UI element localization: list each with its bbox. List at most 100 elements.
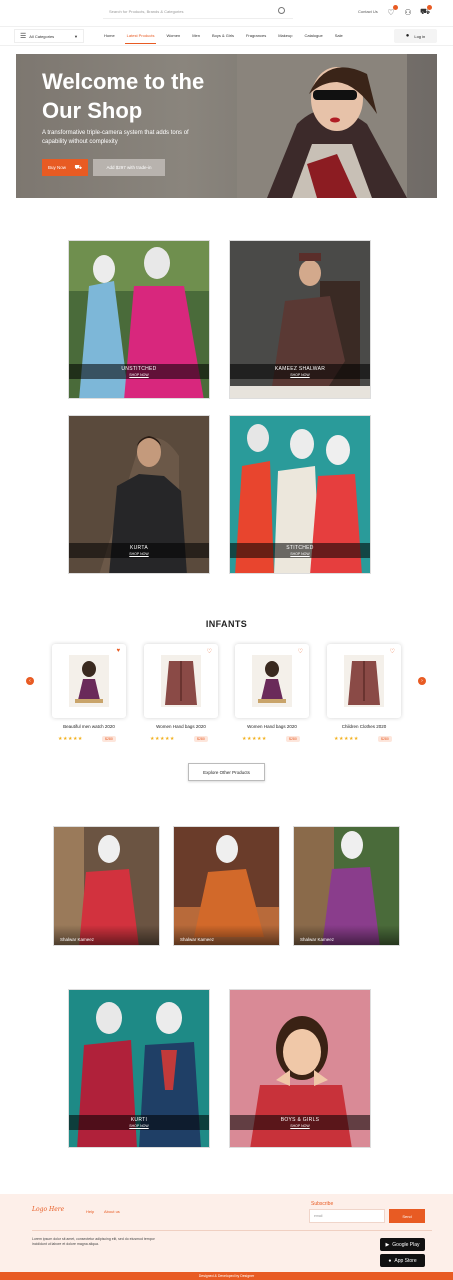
explore-products-button[interactable]: Explore Other Products (188, 763, 265, 781)
google-play-badge[interactable]: ▶ Google Play (380, 1238, 425, 1251)
chevron-down-icon: ▼ (74, 33, 78, 39)
product-card[interactable]: ♡ (327, 644, 401, 718)
trade-in-button[interactable]: Add $297 with trade-in (93, 159, 165, 176)
carousel-prev-button[interactable]: ‹ (26, 677, 34, 685)
category-caption: KAMEEZ SHALWAR SHOP NOW (230, 364, 370, 379)
main-nav: Home Latest Products Women Men Boys & Gi… (98, 26, 349, 46)
category-caption: KURTI SHOP NOW (69, 1115, 209, 1130)
login-button[interactable]: ● Log in (394, 29, 437, 43)
category-card-unstitched[interactable]: UNSTITCHED SHOP NOW (68, 240, 210, 399)
app-store-label: App Store (394, 1257, 417, 1264)
product-card[interactable]: ♡ (235, 644, 309, 718)
nav-boys-girls[interactable]: Boys & Girls (206, 26, 240, 46)
shop-now-link[interactable]: SHOP NOW (69, 552, 209, 557)
subscribe-title: Subscribe (311, 1201, 334, 1207)
category-caption: BOYS & GIRLS SHOP NOW (230, 1115, 370, 1130)
explore-label: Explore Other Products (203, 769, 250, 775)
nav-catalogue[interactable]: Catalogue (298, 26, 328, 46)
rating-stars: ★★★★★ (58, 736, 83, 742)
category-title: KURTI (130, 1117, 148, 1123)
buy-now-label: Buy Now (48, 165, 67, 170)
category-caption: STITCHED SHOP NOW (230, 543, 370, 558)
category-card-kameez-shalwar[interactable]: KAMEEZ SHALWAR SHOP NOW (229, 240, 371, 399)
nav-fragrances[interactable]: Fragrances (240, 26, 272, 46)
nav-sale[interactable]: Sale (329, 26, 349, 46)
apple-icon: ● (388, 1257, 392, 1264)
heart-outline-icon[interactable]: ♡ (207, 648, 212, 655)
category-card-kurta[interactable]: KURTA SHOP NOW (68, 415, 210, 574)
cart-icon: ⛟ (74, 164, 82, 171)
google-play-label: Google Play (392, 1241, 420, 1248)
search-icon[interactable] (278, 7, 285, 14)
category-card-boys-girls[interactable]: BOYS & GIRLS SHOP NOW (229, 989, 371, 1148)
hero-title-line1: Welcome to the (42, 69, 205, 94)
shalwar-label: Shalwar Kameez (54, 925, 159, 945)
product-image (161, 655, 201, 707)
product-name[interactable]: Beautiful men watch 2020 (44, 724, 134, 729)
infants-section-title: INFANTS (205, 619, 248, 629)
product-name[interactable]: Women Hand bags 2020 (227, 724, 317, 729)
rating-stars: ★★★★★ (334, 736, 359, 742)
shop-now-link[interactable]: SHOP NOW (69, 373, 209, 378)
product-image (252, 655, 292, 707)
footer-link-about[interactable]: About us (104, 1209, 120, 1214)
shalwar-label: Shalwar Kameez (294, 925, 399, 945)
product-card[interactable]: ♥ (52, 644, 126, 718)
shalwar-card[interactable]: Shalwar Kameez (53, 826, 160, 946)
shalwar-card[interactable]: Shalwar Kameez (173, 826, 280, 946)
contact-link[interactable]: Contact Us (358, 9, 378, 14)
category-title: UNSTITCHED (121, 366, 157, 372)
heart-outline-icon[interactable]: ♡ (390, 648, 395, 655)
category-title: BOYS & GIRLS (280, 1117, 320, 1123)
product-card[interactable]: ♡ (144, 644, 218, 718)
heart-filled-icon[interactable]: ♥ (116, 648, 120, 654)
send-button[interactable]: Send (389, 1209, 425, 1223)
user-icon[interactable]: ⚇ (403, 7, 413, 17)
category-card-stitched[interactable]: STITCHED SHOP NOW (229, 415, 371, 574)
footer-logo[interactable]: Logo Here (32, 1206, 64, 1213)
category-caption: UNSTITCHED SHOP NOW (69, 364, 209, 379)
category-caption: KURTA SHOP NOW (69, 543, 209, 558)
product-name[interactable]: Women Hand bags 2020 (136, 724, 226, 729)
product-name[interactable]: Children Clothes 2020 (319, 724, 409, 729)
copyright-text: Designed & Developed by Designer (198, 1274, 255, 1278)
email-field[interactable]: email (309, 1209, 385, 1223)
copyright-bar: Designed & Developed by Designer (0, 1272, 453, 1280)
user-icon: ● (405, 33, 410, 39)
hero-title: Welcome to the Our Shop (42, 67, 242, 125)
search-input[interactable]: Search for Products, Brands & Categories (103, 5, 293, 19)
app-store-badge[interactable]: ● App Store (380, 1254, 425, 1267)
carousel-next-button[interactable]: › (418, 677, 426, 685)
nav-home[interactable]: Home (98, 26, 121, 46)
hero-banner: Welcome to the Our Shop A transformative… (16, 54, 437, 198)
buy-now-button[interactable]: Buy Now ⛟ (42, 159, 88, 176)
category-title: KURTA (130, 545, 148, 551)
product-image (344, 655, 384, 707)
play-icon: ▶ (385, 1241, 390, 1248)
shalwar-label: Shalwar Kameez (174, 925, 279, 945)
menu-icon: ☰ (20, 33, 27, 40)
category-select[interactable]: ☰ All Categories ▼ (14, 29, 84, 43)
shop-now-link[interactable]: SHOP NOW (69, 1124, 209, 1129)
email-placeholder: email (314, 1214, 323, 1218)
shalwar-card[interactable]: Shalwar Kameez (293, 826, 400, 946)
nav-men[interactable]: Men (186, 26, 206, 46)
hero-model-image (237, 54, 407, 198)
footer-link-help[interactable]: Help (86, 1209, 94, 1214)
product-image (69, 655, 109, 707)
shop-now-link[interactable]: SHOP NOW (230, 373, 370, 378)
shop-now-link[interactable]: SHOP NOW (230, 1124, 370, 1129)
cart-icon[interactable]: ⛟ (420, 5, 432, 17)
rating-stars: ★★★★★ (150, 736, 175, 742)
category-card-kurti[interactable]: KURTI SHOP NOW (68, 989, 210, 1148)
nav-latest-products[interactable]: Latest Products (121, 26, 161, 46)
nav-women[interactable]: Women (160, 26, 186, 46)
wishlist-icon[interactable]: ♡ (386, 5, 398, 17)
footer-divider (32, 1230, 432, 1231)
nav-makeup[interactable]: Makeup (272, 26, 298, 46)
shop-now-link[interactable]: SHOP NOW (230, 552, 370, 557)
login-label: Log in (414, 33, 426, 39)
footer-description: Lorem ipsum dolor sit amet, consectetur … (32, 1237, 155, 1246)
heart-outline-icon[interactable]: ♡ (298, 648, 303, 655)
hero-title-line2: Our Shop (42, 98, 143, 123)
